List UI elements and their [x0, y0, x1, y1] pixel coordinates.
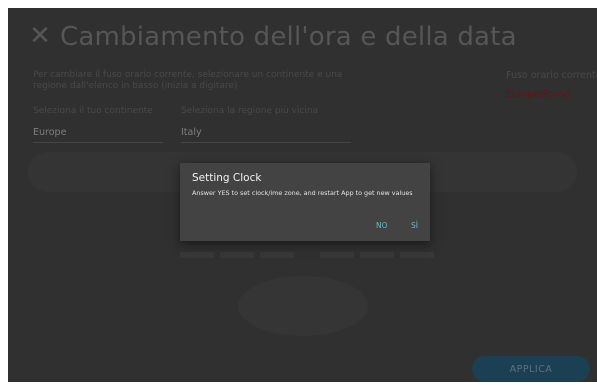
- dialog-yes-button[interactable]: SÌ: [409, 221, 420, 230]
- settings-screen: ✕ Cambiamento dell'ora e della data Per …: [8, 8, 597, 382]
- dialog-no-button[interactable]: NO: [374, 221, 390, 230]
- dialog-message: Answer YES to set clock/ime zone, and re…: [192, 189, 413, 197]
- dialog-title: Setting Clock: [192, 172, 262, 184]
- setting-clock-dialog: Setting Clock Answer YES to set clock/im…: [180, 163, 430, 241]
